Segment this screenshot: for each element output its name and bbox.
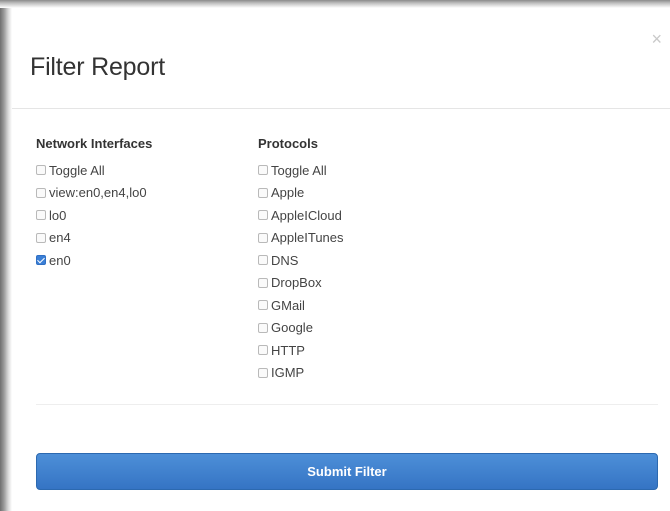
network-interface-option-label: en0 <box>49 252 71 268</box>
network-interfaces-heading: Network Interfaces <box>36 136 153 151</box>
protocol-option-label: AppleICloud <box>271 207 342 223</box>
checkbox[interactable] <box>258 232 268 243</box>
protocol-option[interactable]: HTTP <box>258 339 344 362</box>
checkbox[interactable] <box>258 165 268 176</box>
network-interface-option-label: lo0 <box>49 207 67 223</box>
protocol-option[interactable]: GMail <box>258 294 344 317</box>
close-icon[interactable]: × <box>651 30 662 48</box>
protocol-option-label: IGMP <box>271 365 305 381</box>
checkbox[interactable] <box>258 277 268 288</box>
protocol-option[interactable]: DNS <box>258 249 344 272</box>
protocol-option-label: Google <box>271 320 313 336</box>
protocol-option-label: Toggle All <box>271 162 327 178</box>
network-interfaces-column: Network Interfaces Toggle All view:en0,en… <box>36 136 152 272</box>
checkbox[interactable] <box>258 322 268 333</box>
modal-title: Filter Report <box>30 53 165 81</box>
checkbox[interactable] <box>36 232 46 243</box>
protocol-option-label: AppleITunes <box>271 230 344 246</box>
checkbox[interactable] <box>36 210 46 221</box>
checkbox[interactable] <box>258 210 268 221</box>
protocol-option-label: HTTP <box>271 342 305 358</box>
network-interface-option-label: view:en0,en4,lo0 <box>49 185 147 201</box>
checkbox-checked[interactable] <box>36 255 46 266</box>
protocol-option[interactable]: Google <box>258 317 344 340</box>
protocol-option[interactable]: AppleITunes <box>258 227 344 250</box>
protocol-option-label: Apple <box>271 185 305 201</box>
network-interfaces-list: Toggle All view:en0,en4,lo0 lo0 en4 en0 <box>36 159 152 272</box>
checkbox[interactable] <box>258 300 268 311</box>
protocol-option-label: GMail <box>271 297 305 313</box>
checkbox[interactable] <box>258 255 268 266</box>
network-interface-option-label: en4 <box>49 230 71 246</box>
network-interface-option[interactable]: lo0 <box>36 204 152 227</box>
protocol-option[interactable]: IGMP <box>258 362 344 385</box>
protocol-option-label: DNS <box>271 252 299 268</box>
protocols-heading: Protocols <box>258 136 318 151</box>
protocol-option-label: DropBox <box>271 275 322 291</box>
background-edge-top <box>0 0 670 8</box>
checkbox[interactable] <box>36 165 46 176</box>
protocol-option[interactable]: DropBox <box>258 272 344 295</box>
protocol-option[interactable]: Toggle All <box>258 159 344 182</box>
header-divider <box>12 108 670 109</box>
checkbox[interactable] <box>258 187 268 198</box>
background-edge <box>0 0 12 511</box>
network-interface-option[interactable]: Toggle All <box>36 159 152 182</box>
submit-filter-button[interactable]: Submit Filter <box>36 453 658 490</box>
filter-report-modal: × Filter Report Network Interfaces Toggl… <box>12 8 670 511</box>
checkbox[interactable] <box>258 367 268 378</box>
page: × Filter Report Network Interfaces Toggl… <box>0 0 670 511</box>
checkbox[interactable] <box>36 187 46 198</box>
protocols-list: Toggle All Apple AppleICloud AppleITunes DNS… <box>258 159 344 384</box>
network-interface-option-label: Toggle All <box>49 162 105 178</box>
network-interface-option[interactable]: en0 <box>36 249 152 272</box>
network-interface-option[interactable]: view:en0,en4,lo0 <box>36 182 152 205</box>
protocol-option[interactable]: Apple <box>258 182 344 205</box>
checkbox[interactable] <box>258 345 268 356</box>
network-interface-option[interactable]: en4 <box>36 227 152 250</box>
protocols-column: Protocols Toggle All Apple AppleICloud Appl… <box>258 136 344 384</box>
footer-divider <box>36 404 658 405</box>
protocol-option[interactable]: AppleICloud <box>258 204 344 227</box>
